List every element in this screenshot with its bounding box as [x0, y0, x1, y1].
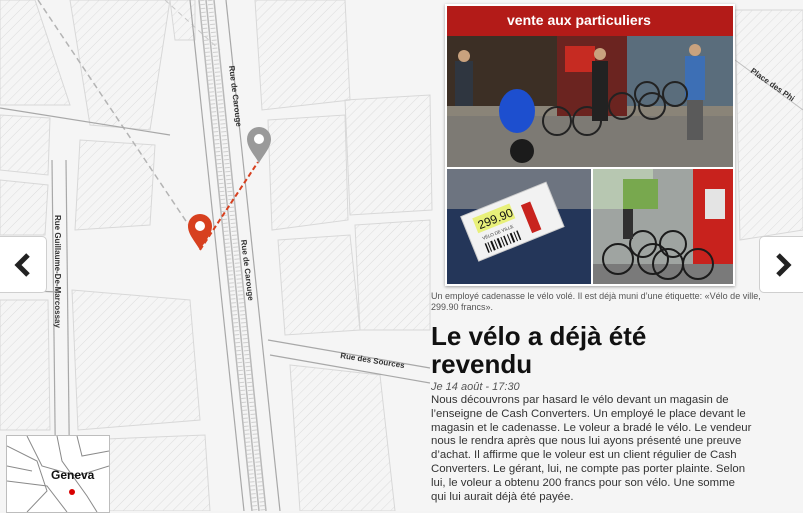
previous-button[interactable] — [0, 236, 47, 293]
photo-collage[interactable]: vente aux particuliers 299.90 VÉLO DE VI… — [445, 4, 735, 286]
street-label-rue-guillaume: Rue Guillaume-De-Marcossay — [53, 215, 62, 328]
article-title: Le vélo a déjà été revendu — [431, 321, 647, 379]
locator-minimap[interactable]: Geneva — [6, 435, 110, 513]
shop-sign-text: vente aux particuliers — [507, 12, 651, 28]
minimap-city-label: Geneva — [51, 468, 95, 482]
chevron-right-icon — [776, 252, 792, 277]
shop-photo: vente aux particuliers — [447, 6, 733, 167]
article-date: Je 14 août - 17:30 — [431, 381, 520, 393]
bikes-photo — [593, 169, 733, 284]
price-tag-photo: 299.90 VÉLO DE VILLE — [447, 169, 591, 284]
chevron-left-icon — [14, 252, 30, 277]
next-button[interactable] — [759, 236, 803, 293]
minimap-location-dot — [69, 489, 75, 495]
article-body: Nous découvrons par hasard le vélo devan… — [431, 394, 752, 503]
photo-caption: Un employé cadenasse le vélo volé. Il es… — [431, 291, 761, 312]
